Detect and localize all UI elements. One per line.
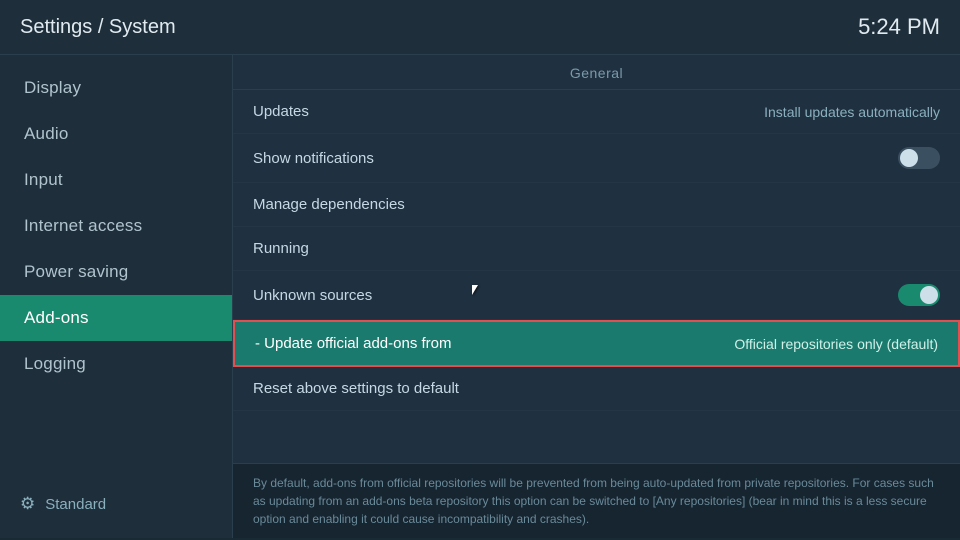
toggle-knob-unknown-sources [920,286,938,304]
toggle-show-notifications[interactable] [898,147,940,169]
setting-row-unknown-sources[interactable]: Unknown sources [233,271,960,320]
sidebar-footer-label: Standard [45,496,106,513]
sidebar-item-power-saving[interactable]: Power saving [0,249,232,295]
setting-row-manage-dependencies[interactable]: Manage dependencies [233,183,960,227]
setting-label-update-official-add-ons-from: - Update official add-ons from [255,335,452,352]
clock: 5:24 PM [858,14,940,40]
setting-label-unknown-sources: Unknown sources [253,287,372,304]
setting-value-updates: Install updates automatically [764,104,940,120]
gear-icon: ⚙ [20,494,35,514]
sidebar-footer: ⚙ Standard [0,480,232,528]
sidebar-item-logging[interactable]: Logging [0,341,232,387]
page-title: Settings / System [20,16,176,39]
setting-row-running[interactable]: Running [233,227,960,271]
sidebar-nav: DisplayAudioInputInternet accessPower sa… [0,65,232,387]
sidebar-item-internet-access[interactable]: Internet access [0,203,232,249]
content-area: General Updates Install updates automatic… [233,55,960,538]
sidebar-item-display[interactable]: Display [0,65,232,111]
setting-label-show-notifications: Show notifications [253,150,374,167]
settings-list: Updates Install updates automatically Show… [233,90,960,463]
footer-info-bar: By default, add-ons from official reposi… [233,463,960,538]
sidebar: DisplayAudioInputInternet accessPower sa… [0,55,233,538]
setting-label-manage-dependencies: Manage dependencies [253,196,405,213]
setting-label-running: Running [253,240,309,257]
setting-row-show-notifications[interactable]: Show notifications [233,134,960,183]
toggle-unknown-sources[interactable] [898,284,940,306]
app-header: Settings / System 5:24 PM [0,0,960,55]
setting-label-updates: Updates [253,103,309,120]
setting-value-update-official-add-ons-from: Official repositories only (default) [734,336,938,352]
sidebar-item-input[interactable]: Input [0,157,232,203]
sidebar-item-add-ons[interactable]: Add-ons [0,295,232,341]
setting-label-reset-above-settings: Reset above settings to default [253,380,459,397]
setting-row-reset-above-settings[interactable]: Reset above settings to default [233,367,960,411]
section-header: General [233,55,960,90]
setting-row-update-official-add-ons-from[interactable]: - Update official add-ons from Official r… [233,320,960,367]
toggle-knob-show-notifications [900,149,918,167]
setting-row-updates[interactable]: Updates Install updates automatically [233,90,960,134]
sidebar-item-audio[interactable]: Audio [0,111,232,157]
main-layout: DisplayAudioInputInternet accessPower sa… [0,55,960,538]
